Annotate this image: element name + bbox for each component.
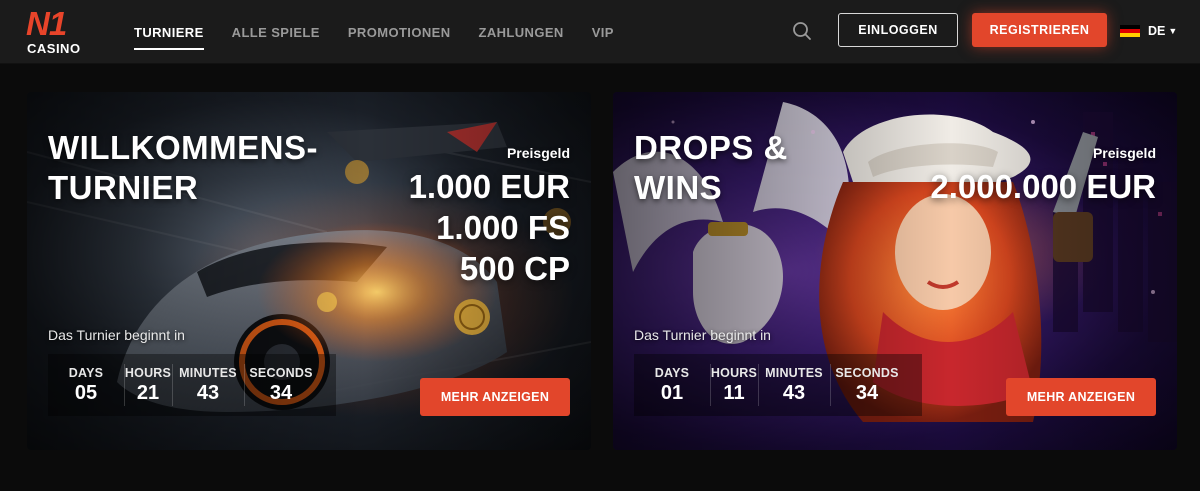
site-header: N1 CASINO TURNIERE ALLE SPIELE PROMOTION… bbox=[0, 0, 1200, 64]
tournament-title: DROPS & WINS bbox=[634, 128, 788, 208]
countdown-hours-value: 21 bbox=[136, 381, 160, 404]
prize-amount: 2.000.000 EUR bbox=[930, 168, 1156, 205]
prize-amounts: 2.000.000 EUR bbox=[930, 166, 1156, 207]
countdown-seconds: SECONDS 34 bbox=[244, 354, 318, 416]
language-selector[interactable]: DE ▼ bbox=[1120, 21, 1177, 41]
countdown-hours: HOURS 21 bbox=[124, 354, 172, 416]
prize-label: Preisgeld bbox=[1092, 145, 1156, 161]
nav-item-zahlungen[interactable]: ZAHLUNGEN bbox=[478, 25, 563, 40]
logo-n1-text: N1 bbox=[26, 5, 67, 42]
tournament-title-line2: TURNIER bbox=[48, 169, 199, 206]
chevron-down-icon: ▼ bbox=[1168, 26, 1178, 36]
register-button[interactable]: REGISTRIEREN bbox=[972, 13, 1107, 47]
countdown-days-value: 05 bbox=[74, 381, 98, 404]
germany-flag-icon bbox=[1120, 24, 1140, 38]
countdown-seconds: SECONDS 34 bbox=[830, 354, 904, 416]
countdown-seconds-label: SECONDS bbox=[249, 365, 313, 380]
starts-in-label: Das Turnier beginnt in bbox=[634, 327, 771, 343]
starts-in-label: Das Turnier beginnt in bbox=[48, 327, 185, 343]
countdown-seconds-value: 34 bbox=[269, 381, 293, 404]
login-button[interactable]: EINLOGGEN bbox=[838, 13, 958, 47]
countdown-minutes: MINUTES 43 bbox=[758, 354, 830, 416]
prize-amount: 1.000 FS bbox=[436, 209, 570, 246]
main-nav: TURNIERE ALLE SPIELE PROMOTIONEN ZAHLUNG… bbox=[134, 0, 642, 64]
countdown-hours-value: 11 bbox=[723, 381, 745, 404]
language-code: DE bbox=[1148, 24, 1166, 38]
prize-amount: 500 CP bbox=[459, 250, 570, 287]
countdown-minutes-value: 43 bbox=[782, 381, 806, 404]
more-button[interactable]: MEHR ANZEIGEN bbox=[420, 378, 570, 416]
countdown-minutes-label: MINUTES bbox=[179, 365, 237, 380]
tournament-card-drops-wins[interactable]: DROPS & WINS Preisgeld 2.000.000 EUR Das… bbox=[613, 92, 1177, 450]
countdown-hours-label: HOURS bbox=[124, 365, 172, 380]
tournament-title-line1: WILLKOMMENS- bbox=[48, 129, 318, 166]
prize-amount: 1.000 EUR bbox=[408, 168, 570, 205]
countdown-seconds-label: SECONDS bbox=[835, 365, 899, 380]
tournament-title-line1: DROPS & bbox=[634, 129, 788, 166]
search-icon[interactable] bbox=[791, 20, 813, 42]
prize-amounts: 1.000 EUR 1.000 FS 500 CP bbox=[409, 166, 570, 289]
countdown-seconds-value: 34 bbox=[855, 381, 879, 404]
countdown-hours-label: HOURS bbox=[710, 365, 758, 380]
countdown-days-value: 01 bbox=[660, 381, 684, 404]
countdown-minutes-value: 43 bbox=[196, 381, 220, 404]
countdown-days: DAYS 05 bbox=[48, 354, 124, 416]
logo-casino-text: CASINO bbox=[27, 41, 81, 56]
more-button[interactable]: MEHR ANZEIGEN bbox=[1006, 378, 1156, 416]
countdown-hours: HOURS 11 bbox=[710, 354, 758, 416]
tournament-title: WILLKOMMENS- TURNIER bbox=[48, 128, 318, 208]
countdown-timer: DAYS 05 HOURS 21 MINUTES 43 SECONDS 34 bbox=[48, 354, 336, 416]
countdown-days: DAYS 01 bbox=[634, 354, 710, 416]
nav-item-alle-spiele[interactable]: ALLE SPIELE bbox=[232, 25, 320, 40]
countdown-timer: DAYS 01 HOURS 11 MINUTES 43 SECONDS 34 bbox=[634, 354, 922, 416]
countdown-minutes: MINUTES 43 bbox=[172, 354, 244, 416]
prize-label: Preisgeld bbox=[506, 145, 570, 161]
tournament-title-line2: WINS bbox=[634, 169, 723, 206]
nav-item-turniere[interactable]: TURNIERE bbox=[134, 25, 204, 50]
countdown-days-label: DAYS bbox=[654, 365, 690, 380]
nav-item-vip[interactable]: VIP bbox=[592, 25, 614, 40]
nav-item-promotionen[interactable]: PROMOTIONEN bbox=[348, 25, 451, 40]
countdown-minutes-label: MINUTES bbox=[765, 365, 823, 380]
n1-casino-logo[interactable]: N1 CASINO bbox=[26, 6, 82, 58]
tournament-card-willkommens[interactable]: WILLKOMMENS- TURNIER Preisgeld 1.000 EUR… bbox=[27, 92, 591, 450]
countdown-days-label: DAYS bbox=[68, 365, 104, 380]
